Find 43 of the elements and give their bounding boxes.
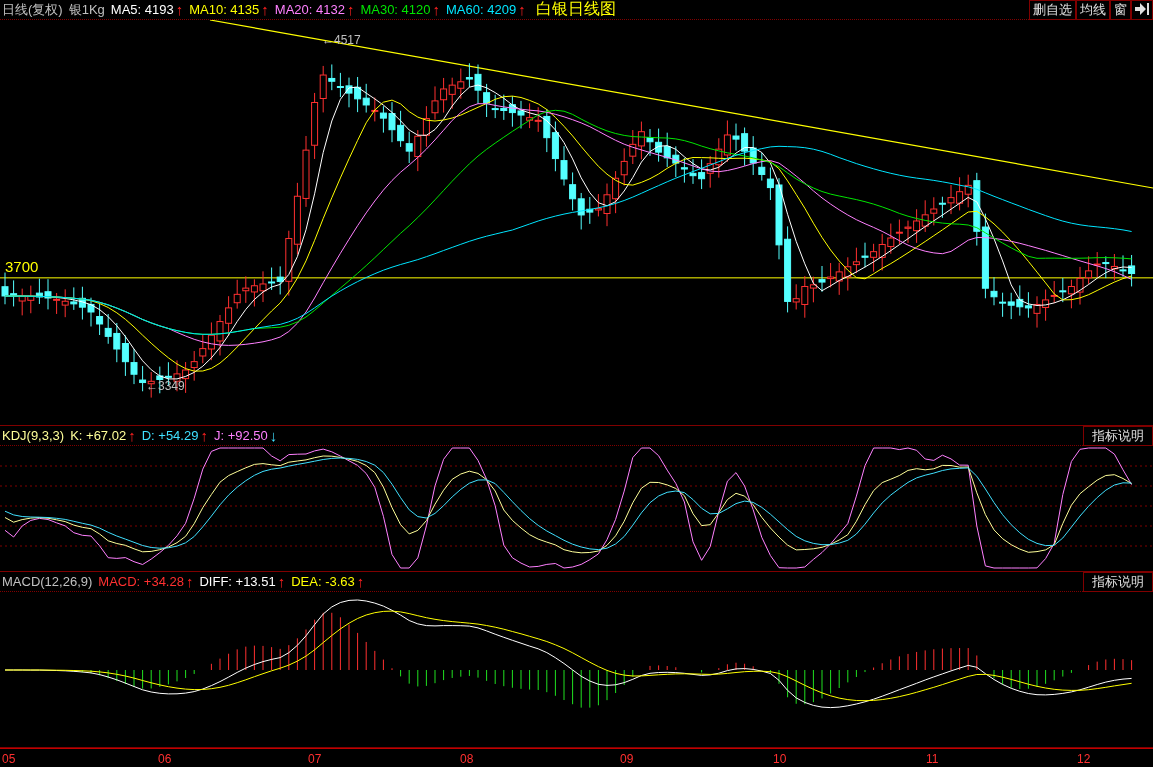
trend-arrow: ↑ [432,1,440,18]
trend-arrow: ↑ [185,573,194,590]
indicator-name: MACD(12,26,9) [2,574,93,589]
symbol-label: 银1Kg [68,0,105,19]
trend-arrow: ↑ [200,427,208,444]
period-label: 日线(复权) [2,0,63,19]
trend-arrow: ↑ [346,1,355,18]
indicator-value: K: +67.02 [70,428,127,443]
indicator-help-button[interactable]: 指标说明 [1083,572,1153,592]
trend-arrow: ↑ [261,1,269,18]
date-axis-label: 09 [620,752,634,766]
date-axis-label: 06 [158,752,172,766]
trend-arrow: ↑ [175,1,184,18]
expand-button[interactable] [1131,0,1153,20]
toolbar-button[interactable]: 均线 [1076,0,1110,20]
date-axis-label: 10 [773,752,787,766]
moving-average-value: MA60: 4209 [446,2,517,17]
arrow-to-bar-icon [1135,2,1149,15]
date-axis-label: 11 [926,752,939,766]
indicator-value: J: +92.50 [213,428,268,443]
date-axis-label: 08 [460,752,474,766]
date-axis-label: 07 [308,752,322,766]
trend-arrow: ↑ [277,573,286,590]
moving-average-value: MA30: 4120 [360,2,431,17]
trend-arrow: ↓ [269,427,278,444]
moving-average-value: MA10: 4135 [189,2,260,17]
date-axis-label: 05 [2,752,16,766]
chart-title: 白银日线图 [535,0,616,19]
indicator-help-button[interactable]: 指标说明 [1083,426,1153,446]
toolbar-button[interactable]: 窗 [1110,0,1131,20]
trend-arrow: ↑ [356,573,365,590]
indicator-value: MACD: +34.28 [98,574,184,589]
indicator-value: DIFF: +13.51 [199,574,276,589]
trend-arrow: ↑ [518,1,526,18]
indicator-value: DEA: -3.63 [291,574,355,589]
moving-average-value: MA5: 4193 [110,2,174,17]
date-axis-label: 12 [1077,752,1091,766]
moving-average-value: MA20: 4132 [274,2,345,17]
indicator-name: KDJ(9,3,3) [2,428,65,443]
indicator-value: D: +54.29 [141,428,199,443]
price-line-label: 3700 [5,257,39,275]
trend-arrow: ↑ [128,427,136,444]
toolbar-button[interactable]: 删自选 [1029,0,1076,20]
